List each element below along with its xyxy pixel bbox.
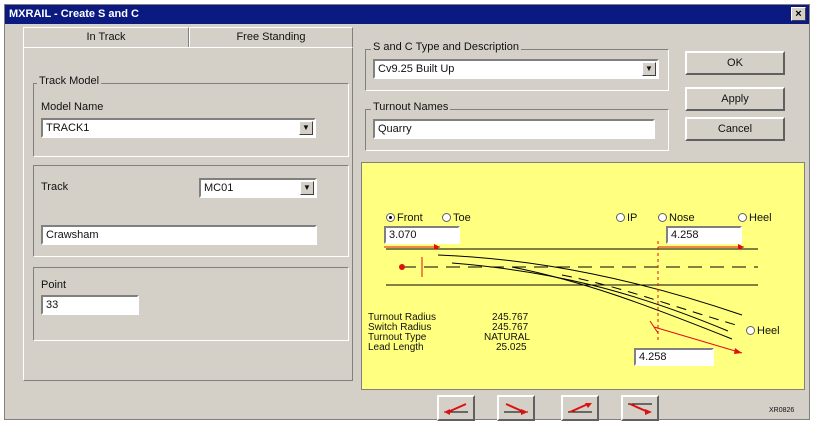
model-name-select[interactable]: TRACK1 ▼ (41, 118, 316, 138)
lead-length-label: Lead Length (368, 342, 424, 353)
turnout-diagram (384, 241, 758, 354)
radio-heel-top[interactable]: Heel (738, 212, 772, 224)
right-offset-field[interactable]: 4.258 (666, 226, 742, 244)
turnout-names-value: Quarry (378, 123, 412, 135)
radio-front-label: Front (397, 212, 423, 224)
ok-button[interactable]: OK (685, 51, 785, 75)
bottom-offset-field[interactable]: 4.258 (634, 348, 714, 366)
radio-heel-side-dot[interactable] (746, 326, 755, 335)
radio-toe[interactable]: Toe (442, 212, 471, 224)
point-label: Point (41, 279, 67, 291)
window-title: MXRAIL - Create S and C (9, 8, 139, 20)
radio-toe-label: Toe (453, 212, 471, 224)
turnout-right-icon (504, 403, 528, 415)
track-code-value: MC01 (204, 182, 234, 194)
track-name-field[interactable]: Crawsham (41, 225, 317, 245)
track-name-value: Crawsham (46, 229, 99, 241)
tab-free-standing[interactable]: Free Standing (189, 27, 353, 48)
apply-button[interactable]: Apply (685, 87, 785, 111)
close-icon[interactable]: × (791, 7, 806, 21)
radio-front[interactable]: Front (386, 212, 423, 224)
turnout-names-field[interactable]: Quarry (373, 119, 655, 139)
start-point-marker (399, 264, 405, 270)
radio-nose[interactable]: Nose (658, 212, 695, 224)
sc-type-legend: S and C Type and Description (371, 41, 521, 53)
radio-ip-dot[interactable] (616, 213, 625, 222)
point-field[interactable]: 33 (41, 295, 139, 315)
radio-ip-label: IP (627, 212, 638, 224)
turnout-names-legend: Turnout Names (371, 101, 451, 113)
lead-length-value: 25.025 (496, 342, 527, 353)
track-code-select[interactable]: MC01 ▼ (199, 178, 317, 198)
right-offset-value: 4.258 (671, 229, 699, 241)
tab-in-track-label: In Track (86, 31, 126, 43)
turnout-down-right-icon (628, 403, 652, 415)
turnout-left-button[interactable] (437, 395, 475, 421)
radio-toe-dot[interactable] (442, 213, 451, 222)
tab-free-standing-label: Free Standing (236, 31, 306, 43)
dialog-window: MXRAIL - Create S and C × In Track Free … (4, 4, 810, 421)
cancel-button[interactable]: Cancel (685, 117, 785, 141)
radio-heel-top-label: Heel (749, 212, 772, 224)
bottom-offset-value: 4.258 (639, 351, 667, 363)
left-offset-field[interactable]: 3.070 (384, 226, 460, 244)
title-bar: MXRAIL - Create S and C × (5, 5, 809, 24)
tab-in-track[interactable]: In Track (23, 27, 189, 48)
radio-nose-dot[interactable] (658, 213, 667, 222)
radio-heel-top-dot[interactable] (738, 213, 747, 222)
radio-nose-label: Nose (669, 212, 695, 224)
diverging-centre-line (561, 274, 737, 326)
point-value: 33 (46, 299, 59, 311)
chevron-down-icon[interactable]: ▼ (300, 181, 314, 195)
radio-ip[interactable]: IP (616, 212, 637, 224)
left-offset-value: 3.070 (389, 229, 417, 241)
model-name-value: TRACK1 (46, 122, 90, 134)
turnout-diagram-panel: Front Toe IP Nose Heel Heel 3.070 4.258 … (361, 162, 805, 390)
turnout-down-right-button[interactable] (621, 395, 659, 421)
model-name-label: Model Name (41, 101, 104, 113)
chevron-down-icon[interactable]: ▼ (642, 62, 656, 76)
turnout-up-right-button[interactable] (561, 395, 599, 421)
chevron-down-icon[interactable]: ▼ (299, 121, 313, 135)
sc-type-select[interactable]: Cv9.25 Built Up ▼ (373, 59, 659, 79)
track-model-legend: Track Model (37, 75, 102, 87)
radio-front-dot[interactable] (386, 213, 395, 222)
turnout-left-icon (444, 403, 468, 415)
footer-code: XR0826 (769, 407, 795, 414)
sc-type-value: Cv9.25 Built Up (378, 63, 455, 75)
diverging-rail-3 (511, 266, 733, 340)
turnout-up-right-icon (568, 403, 592, 413)
turnout-right-button[interactable] (497, 395, 535, 421)
radio-heel-side-label: Heel (757, 325, 780, 337)
track-label: Track (41, 181, 69, 193)
radio-heel-side[interactable]: Heel (746, 325, 780, 337)
